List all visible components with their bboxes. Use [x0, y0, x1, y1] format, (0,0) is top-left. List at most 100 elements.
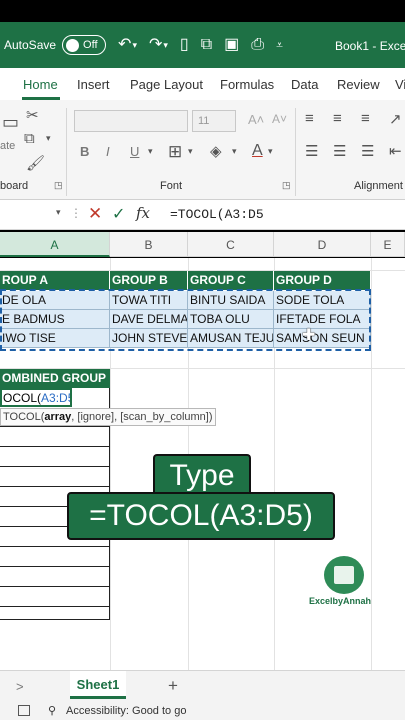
font-size-select[interactable]: 11 — [192, 110, 236, 132]
underline-icon[interactable]: U — [130, 144, 139, 159]
active-cell-range-ref: A3:D5 — [41, 391, 72, 405]
cancel-icon[interactable]: ✕ — [88, 204, 102, 224]
customize-toolbar-icon[interactable]: ⩡ — [276, 37, 283, 53]
underline-dropdown-icon[interactable]: ▾ — [148, 146, 153, 157]
orientation-icon[interactable]: ↗ — [389, 110, 402, 128]
tab-data[interactable]: Data — [291, 77, 318, 92]
accessibility-status[interactable]: Accessibility: Good to go — [66, 705, 186, 717]
column-header-c[interactable]: C — [188, 232, 274, 257]
fill-dropdown-icon[interactable]: ▾ — [232, 146, 237, 157]
status-bar: ⚲ Accessibility: Good to go — [0, 702, 405, 720]
font-launcher-icon[interactable]: ◳ — [282, 180, 291, 191]
align-middle-icon[interactable]: ≡ — [333, 110, 342, 127]
combined-group-header[interactable]: OMBINED GROUP — [0, 369, 110, 388]
decrease-font-icon[interactable]: A˅ — [272, 112, 287, 126]
font-color-dropdown-icon[interactable]: ▾ — [268, 146, 273, 157]
tab-formulas[interactable]: Formulas — [220, 77, 274, 92]
undo-icon[interactable]: ↶ — [118, 37, 131, 53]
tab-home[interactable]: Home — [23, 77, 58, 92]
align-center-icon[interactable]: ☰ — [333, 142, 346, 160]
device-status-strip — [0, 0, 405, 22]
cell-border — [0, 446, 110, 447]
fill-color-icon[interactable]: ◈ — [210, 142, 222, 160]
tutorial-caption: Type =TOCOL(A3:D5) — [67, 454, 335, 542]
toggle-knob — [66, 38, 80, 52]
increase-font-icon[interactable]: A˄ — [248, 112, 264, 127]
worksheet-grid[interactable]: ROUP A GROUP B GROUP C GROUP D DE OLA TO… — [0, 258, 405, 670]
function-syntax-tooltip[interactable]: TOCOL(array, [ignore], [scan_by_column]) — [0, 408, 216, 426]
font-color-icon[interactable]: A — [252, 142, 263, 160]
copy-dropdown-icon[interactable]: ▾ — [46, 133, 51, 144]
sheet-tab-sheet1[interactable]: Sheet1 — [70, 671, 126, 699]
gridline — [371, 258, 372, 670]
cell-border — [0, 566, 110, 567]
column-header-e[interactable]: E — [371, 232, 405, 257]
header-cell-group-d[interactable]: GROUP D — [274, 271, 370, 290]
workbook-title: Book1 - Exce — [335, 39, 405, 53]
autosave-state: Off — [83, 39, 98, 51]
redo-dropdown-icon[interactable]: ▾ — [163, 40, 168, 51]
format-painter-icon[interactable]: 🖌 — [26, 154, 45, 172]
insert-function-icon[interactable]: fx — [136, 204, 150, 222]
copy-file-icon[interactable]: ⧉ — [201, 37, 212, 53]
add-sheet-button[interactable]: + — [168, 676, 178, 696]
tab-view[interactable]: Vi — [395, 77, 405, 92]
active-cell-editor[interactable]: OCOL(A3:D5 — [0, 388, 72, 407]
next-sheet-icon[interactable]: > — [16, 679, 24, 694]
autosave-toggle[interactable]: Off — [62, 35, 107, 55]
italic-icon[interactable]: I — [106, 144, 110, 159]
cell-mode-icon — [18, 705, 30, 716]
borders-dropdown-icon[interactable]: ▾ — [188, 146, 193, 157]
column-header-d[interactable]: D — [274, 232, 371, 257]
tab-page-layout[interactable]: Page Layout — [130, 77, 203, 92]
tooltip-remaining-args: , [ignore], [scan_by_column]) — [71, 411, 213, 423]
header-cell-group-b[interactable]: GROUP B — [110, 271, 187, 290]
caption-line-2: =TOCOL(A3:D5) — [67, 492, 335, 540]
name-box[interactable] — [0, 204, 60, 226]
column-header-a[interactable]: A — [0, 232, 110, 257]
clipboard-launcher-icon[interactable]: ◳ — [54, 180, 63, 191]
bold-icon[interactable]: B — [80, 144, 89, 159]
save-icon[interactable]: ▣ — [224, 37, 239, 53]
group-separator — [66, 108, 67, 196]
tab-insert[interactable]: Insert — [77, 77, 110, 92]
align-right-icon[interactable]: ☰ — [361, 142, 374, 160]
watermark-text: ExcelbyAnnah — [309, 596, 372, 606]
channel-logo — [324, 556, 364, 594]
undo-dropdown-icon[interactable]: ▾ — [132, 40, 137, 51]
indent-icon[interactable]: ⇤ — [389, 142, 402, 160]
tab-review[interactable]: Review — [337, 77, 380, 92]
header-cell-group-a[interactable]: ROUP A — [0, 271, 109, 290]
accessibility-icon[interactable]: ⚲ — [48, 704, 56, 717]
redo-icon[interactable]: ↷ — [149, 37, 162, 53]
borders-icon[interactable]: ⊞ — [168, 142, 182, 162]
enter-icon[interactable]: ✓ — [112, 204, 125, 224]
cell-border — [0, 546, 110, 547]
align-bottom-icon[interactable]: ≡ — [361, 110, 370, 127]
name-box-dropdown-icon[interactable]: ▾ — [56, 207, 61, 218]
active-cell-formula-prefix: OCOL( — [3, 391, 42, 405]
new-file-icon[interactable]: ▯ — [180, 37, 189, 53]
cell-border — [0, 606, 110, 607]
ribbon-tabs: Home Insert Page Layout Formulas Data Re… — [0, 68, 405, 100]
align-top-icon[interactable]: ≡ — [305, 110, 314, 127]
alignment-group-label: Alignment — [354, 180, 403, 192]
clipboard-group-label: board — [0, 180, 29, 192]
ribbon-home: ▭ ate ✂ ⧉ ▾ 🖌 board ◳ 11 A˄ A˅ B I U ▾ ⊞… — [0, 100, 405, 200]
copy-icon[interactable]: ⧉ — [24, 130, 35, 147]
group-separator — [295, 108, 296, 196]
paste-icon[interactable]: ▭ — [2, 112, 19, 133]
formula-input[interactable]: =TOCOL(A3:D5 — [170, 207, 264, 222]
spreadsheet-icon — [334, 566, 354, 584]
header-cell-group-c[interactable]: GROUP C — [188, 271, 273, 290]
cut-icon[interactable]: ✂ — [26, 106, 39, 124]
font-name-select[interactable] — [74, 110, 188, 132]
cursor-icon: ✚ — [302, 327, 316, 344]
column-header-b[interactable]: B — [110, 232, 188, 257]
print-icon[interactable]: ⎙ — [251, 37, 264, 53]
font-group-label: Font — [160, 180, 183, 192]
align-left-icon[interactable]: ☰ — [305, 142, 318, 160]
cell-border — [0, 586, 110, 587]
sheet-tab-bar: > Sheet1 + — [0, 670, 405, 702]
cell-border — [0, 426, 110, 427]
